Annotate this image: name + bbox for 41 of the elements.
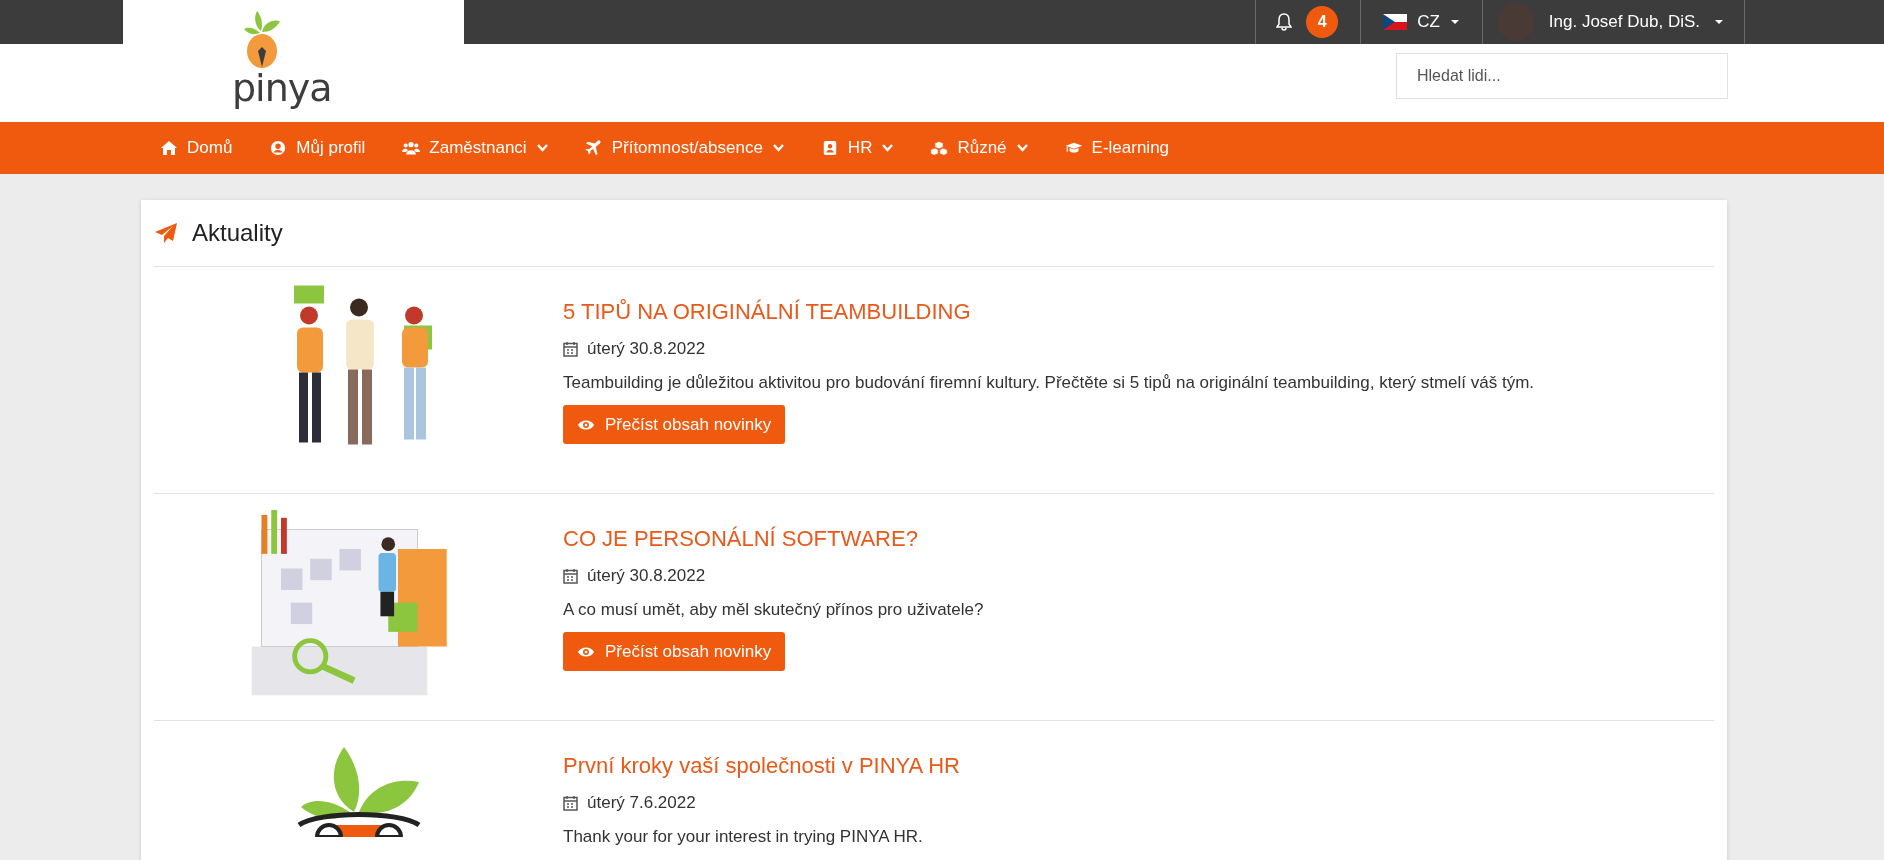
article-date: úterý 30.8.2022 bbox=[587, 339, 706, 359]
bell-icon bbox=[1276, 13, 1293, 31]
user-circle-icon bbox=[269, 140, 288, 156]
article-date: úterý 7.6.2022 bbox=[587, 793, 696, 813]
read-news-button[interactable]: Přečíst obsah novinky bbox=[563, 405, 786, 444]
language-label: CZ bbox=[1417, 12, 1440, 32]
article-summary: A co musí umět, aby měl skutečný přínos pro uživatele? bbox=[563, 600, 984, 620]
calendar-icon bbox=[563, 795, 578, 811]
article-title-link[interactable]: 5 TIPŮ NA ORIGINÁLNÍ TEAMBUILDING bbox=[563, 299, 1535, 325]
article-summary: Teambuilding je důležitou aktivitou pro budování firemní kultury. Přečtěte si 5 tipů na originální teambuilding, který stmelí váš tým. bbox=[563, 373, 1535, 393]
read-news-button[interactable]: Přečíst obsah novinky bbox=[563, 632, 786, 671]
eye-icon bbox=[577, 645, 595, 658]
article-summary: Thank your for your interest in trying PINYA HR. bbox=[563, 827, 924, 847]
user-name: Ing. Josef Dub, DiS. bbox=[1548, 12, 1700, 32]
caret-icon bbox=[1449, 19, 1460, 25]
nav-menu-item[interactable]: HR bbox=[820, 138, 894, 158]
paper-plane-icon bbox=[154, 222, 178, 244]
caret-icon bbox=[1714, 19, 1724, 25]
article-date: úterý 30.8.2022 bbox=[587, 566, 706, 586]
graduation-cap-icon bbox=[1064, 140, 1083, 156]
section-title: Aktuality bbox=[192, 219, 283, 247]
nav-menu-item[interactable]: Můj profil bbox=[269, 138, 366, 158]
nav-menu-item[interactable]: Různé bbox=[930, 138, 1028, 158]
airplane-icon bbox=[584, 140, 603, 156]
pinya-logo[interactable]: pinya bbox=[232, 9, 332, 107]
search-field[interactable]: Hledat lidi... bbox=[1396, 53, 1728, 99]
eye-icon bbox=[577, 418, 595, 431]
nav-menu-item[interactable]: Zaměstnanci bbox=[402, 138, 548, 158]
article-title-link[interactable]: CO JE PERSONÁLNÍ SOFTWARE? bbox=[563, 526, 984, 552]
house-icon bbox=[160, 140, 178, 156]
nav-menu-item[interactable]: Domů bbox=[160, 138, 233, 158]
cubes-icon bbox=[930, 140, 949, 156]
calendar-icon bbox=[563, 341, 578, 357]
logo-wordmark: pinya bbox=[232, 69, 332, 107]
czech-flag-icon bbox=[1383, 14, 1408, 30]
notification-count-badge: 4 bbox=[1306, 6, 1339, 38]
users-icon bbox=[402, 140, 421, 156]
calendar-icon bbox=[563, 568, 578, 584]
article-title-link[interactable]: První kroky vaší společnosti v PINYA HR bbox=[563, 753, 960, 779]
nav-menu-item[interactable]: Přítomnost/absence bbox=[584, 138, 784, 158]
nav-menu-item[interactable]: E-learning bbox=[1064, 138, 1170, 158]
